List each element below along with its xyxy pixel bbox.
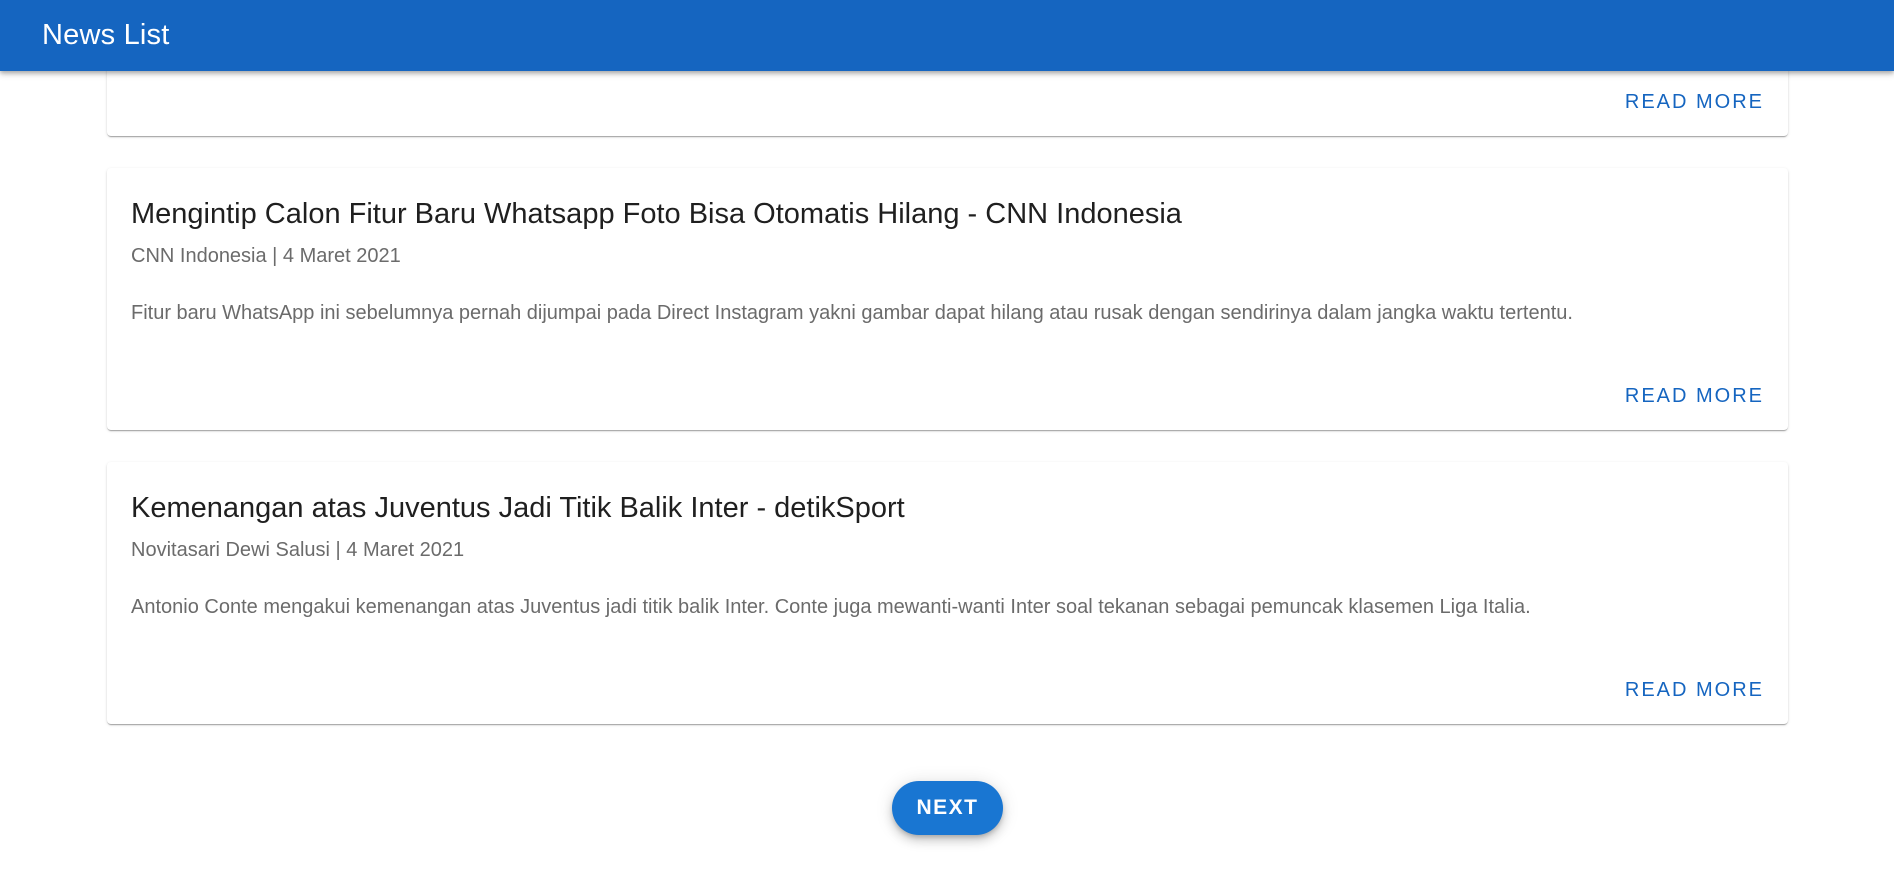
news-description: Antonio Conte mengakui kemenangan atas J… bbox=[131, 596, 1531, 618]
news-meta: CNN Indonesia | 4 Maret 2021 bbox=[131, 245, 401, 267]
next-page-button[interactable]: NEXT bbox=[892, 781, 1003, 835]
read-more-button[interactable]: READ MORE bbox=[1625, 385, 1764, 408]
news-list-content: READ MORE Mengintip Calon Fitur Baru Wha… bbox=[0, 0, 1894, 879]
news-description: Fitur baru WhatsApp ini sebelumnya perna… bbox=[131, 302, 1573, 324]
news-card: Kemenangan atas Juventus Jadi Titik Bali… bbox=[107, 462, 1788, 724]
app-title: News List bbox=[42, 19, 170, 51]
app-bar: News List bbox=[0, 0, 1894, 71]
read-more-button[interactable]: READ MORE bbox=[1625, 91, 1764, 114]
news-meta: Novitasari Dewi Salusi | 4 Maret 2021 bbox=[131, 539, 465, 561]
news-card: Mengintip Calon Fitur Baru Whatsapp Foto… bbox=[107, 168, 1788, 430]
news-title: Mengintip Calon Fitur Baru Whatsapp Foto… bbox=[131, 198, 1182, 230]
read-more-button[interactable]: READ MORE bbox=[1625, 679, 1764, 702]
news-title: Kemenangan atas Juventus Jadi Titik Bali… bbox=[131, 492, 905, 524]
